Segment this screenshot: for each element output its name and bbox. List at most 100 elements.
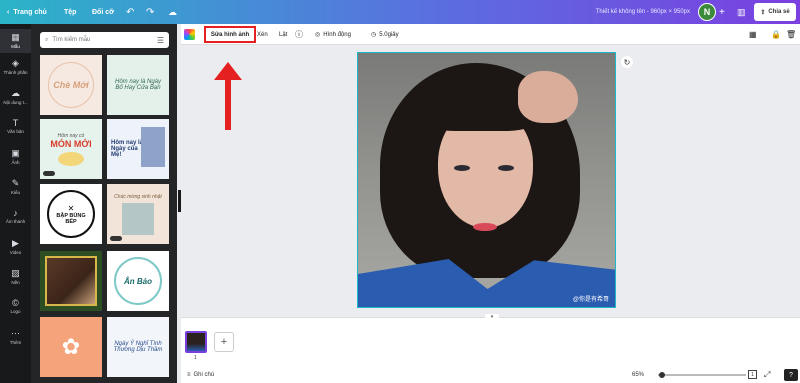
tile-ring: Chè Mới	[48, 62, 94, 108]
add-member-icon[interactable]: +	[719, 0, 725, 24]
home-button[interactable]: ‹ Trang chủ	[7, 0, 47, 24]
filter-icon[interactable]: ☰	[157, 36, 164, 45]
template-icon: ▦	[11, 32, 20, 42]
rail-label: Video	[9, 250, 22, 255]
share-label: Chia sẻ	[768, 9, 790, 15]
rail-item-more[interactable]: ⋯ Thêm	[0, 328, 31, 345]
refresh-icon[interactable]: ↻	[621, 56, 633, 68]
animate-button[interactable]: ◎ Hình động	[315, 24, 351, 45]
styles-icon: ✎	[11, 178, 20, 188]
notes-label: Ghi chú	[193, 372, 215, 378]
home-label: Trang chủ	[13, 8, 47, 16]
rail-item-text[interactable]: T Văn bản	[0, 118, 31, 134]
template-tile[interactable]	[40, 251, 102, 311]
rail-item-logo[interactable]: © Logo	[0, 298, 31, 314]
color-palette-icon[interactable]	[184, 29, 195, 40]
animated-badge	[43, 171, 55, 176]
info-icon[interactable]: ⓘ	[295, 24, 303, 45]
rail-label: Thành phần	[3, 70, 28, 75]
background-icon: ▨	[11, 268, 20, 278]
photo-frame	[122, 202, 154, 235]
dish-image	[58, 151, 84, 166]
more-icon: ⋯	[11, 328, 20, 338]
page-count[interactable]: 1	[748, 370, 757, 379]
fullscreen-icon[interactable]: ⤢	[764, 367, 770, 383]
photo-frame	[45, 256, 97, 306]
duration-label: 5.0giây	[379, 31, 399, 38]
selected-photo[interactable]: @你是有希哥	[357, 52, 616, 308]
design-title[interactable]: Thiết kế không tên - 960px × 950px	[560, 0, 690, 24]
notes-icon: ≡	[187, 372, 191, 378]
rail-label: Kiểu	[10, 190, 20, 195]
add-page-button[interactable]: +	[214, 332, 234, 352]
photo-frame	[141, 127, 165, 167]
zoom-level[interactable]: 65%	[632, 367, 644, 383]
rail-label: Mẫu	[11, 44, 20, 49]
resize-button[interactable]: Đổi cỡ	[92, 0, 114, 24]
audio-icon: ♪	[13, 208, 18, 218]
rail-label: Văn bản	[7, 129, 24, 134]
template-tile[interactable]: Chè Mới	[40, 55, 102, 115]
rail-item-uploads[interactable]: ☁ Nội dung t...	[0, 88, 31, 105]
redo-icon[interactable]: ↷	[146, 0, 154, 24]
template-tile[interactable]: Hôm nay là Ngày của Mẹ!	[107, 119, 169, 179]
trash-icon[interactable]: 🗑	[786, 24, 796, 45]
template-search[interactable]: ⌕ Tìm kiếm mẫu ☰	[40, 32, 169, 48]
side-rail: ▦ Mẫu ◈ Thành phần ☁ Nội dung t... T Văn…	[0, 24, 31, 383]
tile-ring: Ân Bảo	[114, 257, 162, 305]
edit-image-button[interactable]: Sửa hình ảnh	[204, 26, 256, 43]
photo-eye	[498, 165, 514, 171]
avatar[interactable]: N	[698, 3, 716, 21]
zoom-slider[interactable]	[658, 374, 746, 376]
flip-button[interactable]: Lật	[279, 24, 287, 45]
crop-button[interactable]: Xén	[257, 24, 268, 45]
pages-strip: ▾ 1 +	[181, 314, 800, 367]
template-tile[interactable]: ✕ BẬP BÙNG BẾP	[40, 184, 102, 244]
page-thumbnail[interactable]	[185, 331, 207, 353]
rail-item-photos[interactable]: ▣ Ảnh	[0, 148, 31, 165]
annotation-arrow-shaft	[225, 78, 231, 130]
template-tile[interactable]: Ngày Ý Nghĩ Tình Thương Dịu Thầm	[107, 317, 169, 377]
top-bar: ‹ Trang chủ Tệp Đổi cỡ ↶ ↷ ☁ Thiết kế kh…	[0, 0, 800, 24]
rail-item-elements[interactable]: ◈ Thành phần	[0, 58, 31, 75]
lock-icon[interactable]: 🔒	[771, 24, 781, 45]
flower-icon: ✿	[61, 334, 81, 359]
notes-button[interactable]: ≡ Ghi chú	[187, 367, 214, 383]
rail-item-styles[interactable]: ✎ Kiểu	[0, 178, 31, 195]
elements-icon: ◈	[12, 58, 19, 68]
rail-label: Nội dung t...	[3, 100, 28, 105]
template-tile[interactable]: ✿	[40, 317, 102, 377]
rail-item-templates[interactable]: ▦ Mẫu	[0, 29, 31, 53]
animated-badge	[110, 236, 122, 241]
chevron-down-icon[interactable]: ▾	[485, 314, 499, 320]
rail-label: Thêm	[9, 340, 22, 345]
undo-icon[interactable]: ↶	[126, 0, 134, 24]
rail-label: Logo	[10, 309, 21, 314]
help-icon[interactable]: ?	[784, 369, 798, 381]
photo-eye	[454, 165, 470, 171]
chevron-left-icon: ‹	[7, 8, 10, 16]
photo-lips	[473, 223, 497, 231]
transparency-icon[interactable]: ▦	[749, 24, 757, 45]
template-tile[interactable]: Ân Bảo	[107, 251, 169, 311]
animate-label: Hình động	[323, 31, 351, 38]
insights-icon[interactable]: ▥	[737, 0, 746, 24]
rail-label: Nền	[11, 280, 20, 285]
upload-share-icon: ⇪	[760, 9, 766, 16]
template-tile[interactable]: Hôm nay là Ngày Bố Hay Cửa Bạn	[107, 55, 169, 115]
tile-ring: ✕ BẬP BÙNG BẾP	[47, 190, 95, 238]
search-placeholder: Tìm kiếm mẫu	[52, 37, 91, 43]
template-tile[interactable]: Chúc mừng sinh nhật	[107, 184, 169, 244]
file-menu[interactable]: Tệp	[64, 0, 76, 24]
canvas-area: @你是有希哥 ↻	[181, 45, 800, 317]
rail-item-background[interactable]: ▨ Nền	[0, 268, 31, 285]
zoom-slider-handle[interactable]	[659, 372, 665, 378]
page-number: 1	[194, 355, 197, 361]
search-icon: ⌕	[45, 36, 49, 43]
share-button[interactable]: ⇪ Chia sẻ	[754, 3, 796, 21]
templates-panel: ⌕ Tìm kiếm mẫu ☰ Chè Mới Hôm nay là Ngày…	[31, 24, 177, 383]
duration-button[interactable]: ◷ 5.0giây	[371, 24, 399, 45]
rail-item-video[interactable]: ▶ Video	[0, 238, 31, 255]
template-tile[interactable]: Hôm nay có MÓN MỚI	[40, 119, 102, 179]
rail-item-audio[interactable]: ♪ Âm thanh	[0, 208, 31, 224]
